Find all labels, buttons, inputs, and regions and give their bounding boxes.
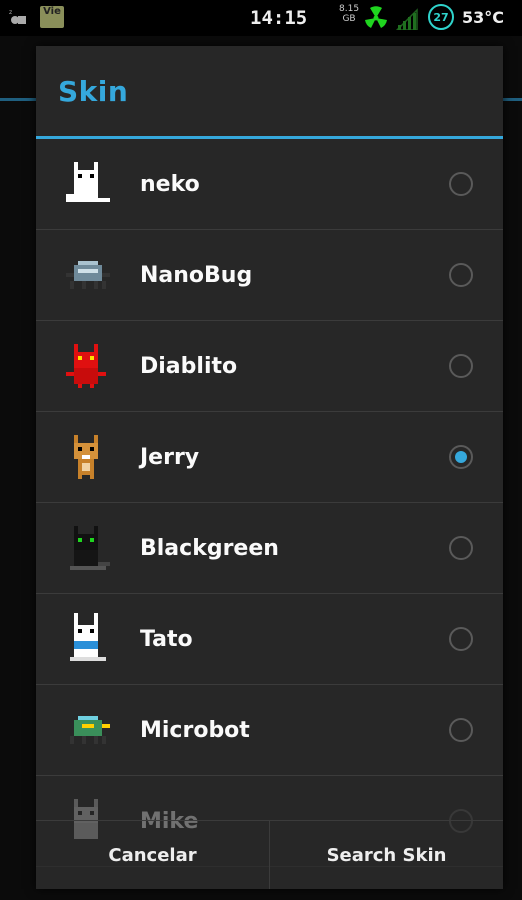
nanobug-icon (60, 247, 116, 303)
item-label: Microbot (140, 717, 250, 743)
radio-button[interactable] (449, 354, 473, 378)
item-label: Diablito (140, 353, 238, 379)
clock: 14:15 (250, 7, 308, 29)
radiation-icon (365, 6, 387, 28)
white-cat-icon (60, 156, 116, 212)
list-item-nanobug[interactable]: NanoBug (36, 230, 503, 321)
radio-button[interactable] (449, 718, 473, 742)
item-label: neko (140, 171, 200, 197)
red-devil-cat-icon (60, 338, 116, 394)
item-label: Blackgreen (140, 535, 279, 561)
item-label: Tato (140, 626, 193, 652)
list-item-neko[interactable]: neko (36, 139, 503, 230)
cancel-button[interactable]: Cancelar (36, 821, 269, 889)
calendar-icon: Vie (40, 6, 64, 28)
radio-button[interactable] (449, 172, 473, 196)
list-item-diablito[interactable]: Diablito (36, 321, 503, 412)
list-item-jerry[interactable]: Jerry (36, 412, 503, 503)
list-item-blackgreen[interactable]: Blackgreen (36, 503, 503, 594)
data-usage: 8.15 GB (339, 4, 360, 24)
dialog-title: Skin (36, 46, 503, 139)
list-item-tato[interactable]: Tato (36, 594, 503, 685)
radio-button[interactable] (449, 263, 473, 287)
skin-list[interactable]: neko NanoBug Diablito Jerry Blackgreen T… (36, 139, 503, 867)
radio-button[interactable] (449, 536, 473, 560)
black-cat-icon (60, 520, 116, 576)
search-skin-button[interactable]: Search Skin (269, 821, 503, 889)
signal-icon (395, 8, 418, 30)
white-rabbit-icon (60, 611, 116, 667)
microbot-icon (60, 702, 116, 758)
item-label: NanoBug (140, 262, 253, 288)
radio-button[interactable] (449, 627, 473, 651)
list-item-microbot[interactable]: Microbot (36, 685, 503, 776)
skin-dialog: Skin neko NanoBug Diablito Jerry Blackgr… (36, 46, 503, 889)
notification-icon: z (8, 6, 30, 28)
status-bar: z Vie 14:15 8.15 GB 27 53°C (0, 0, 522, 36)
battery-icon: 27 (428, 4, 454, 30)
temperature: 53°C (462, 8, 505, 27)
svg-text:z: z (9, 9, 12, 16)
item-label: Jerry (140, 444, 200, 470)
radio-button-checked[interactable] (449, 445, 473, 469)
brown-dog-icon (60, 429, 116, 485)
dialog-buttons: Cancelar Search Skin (36, 820, 503, 889)
